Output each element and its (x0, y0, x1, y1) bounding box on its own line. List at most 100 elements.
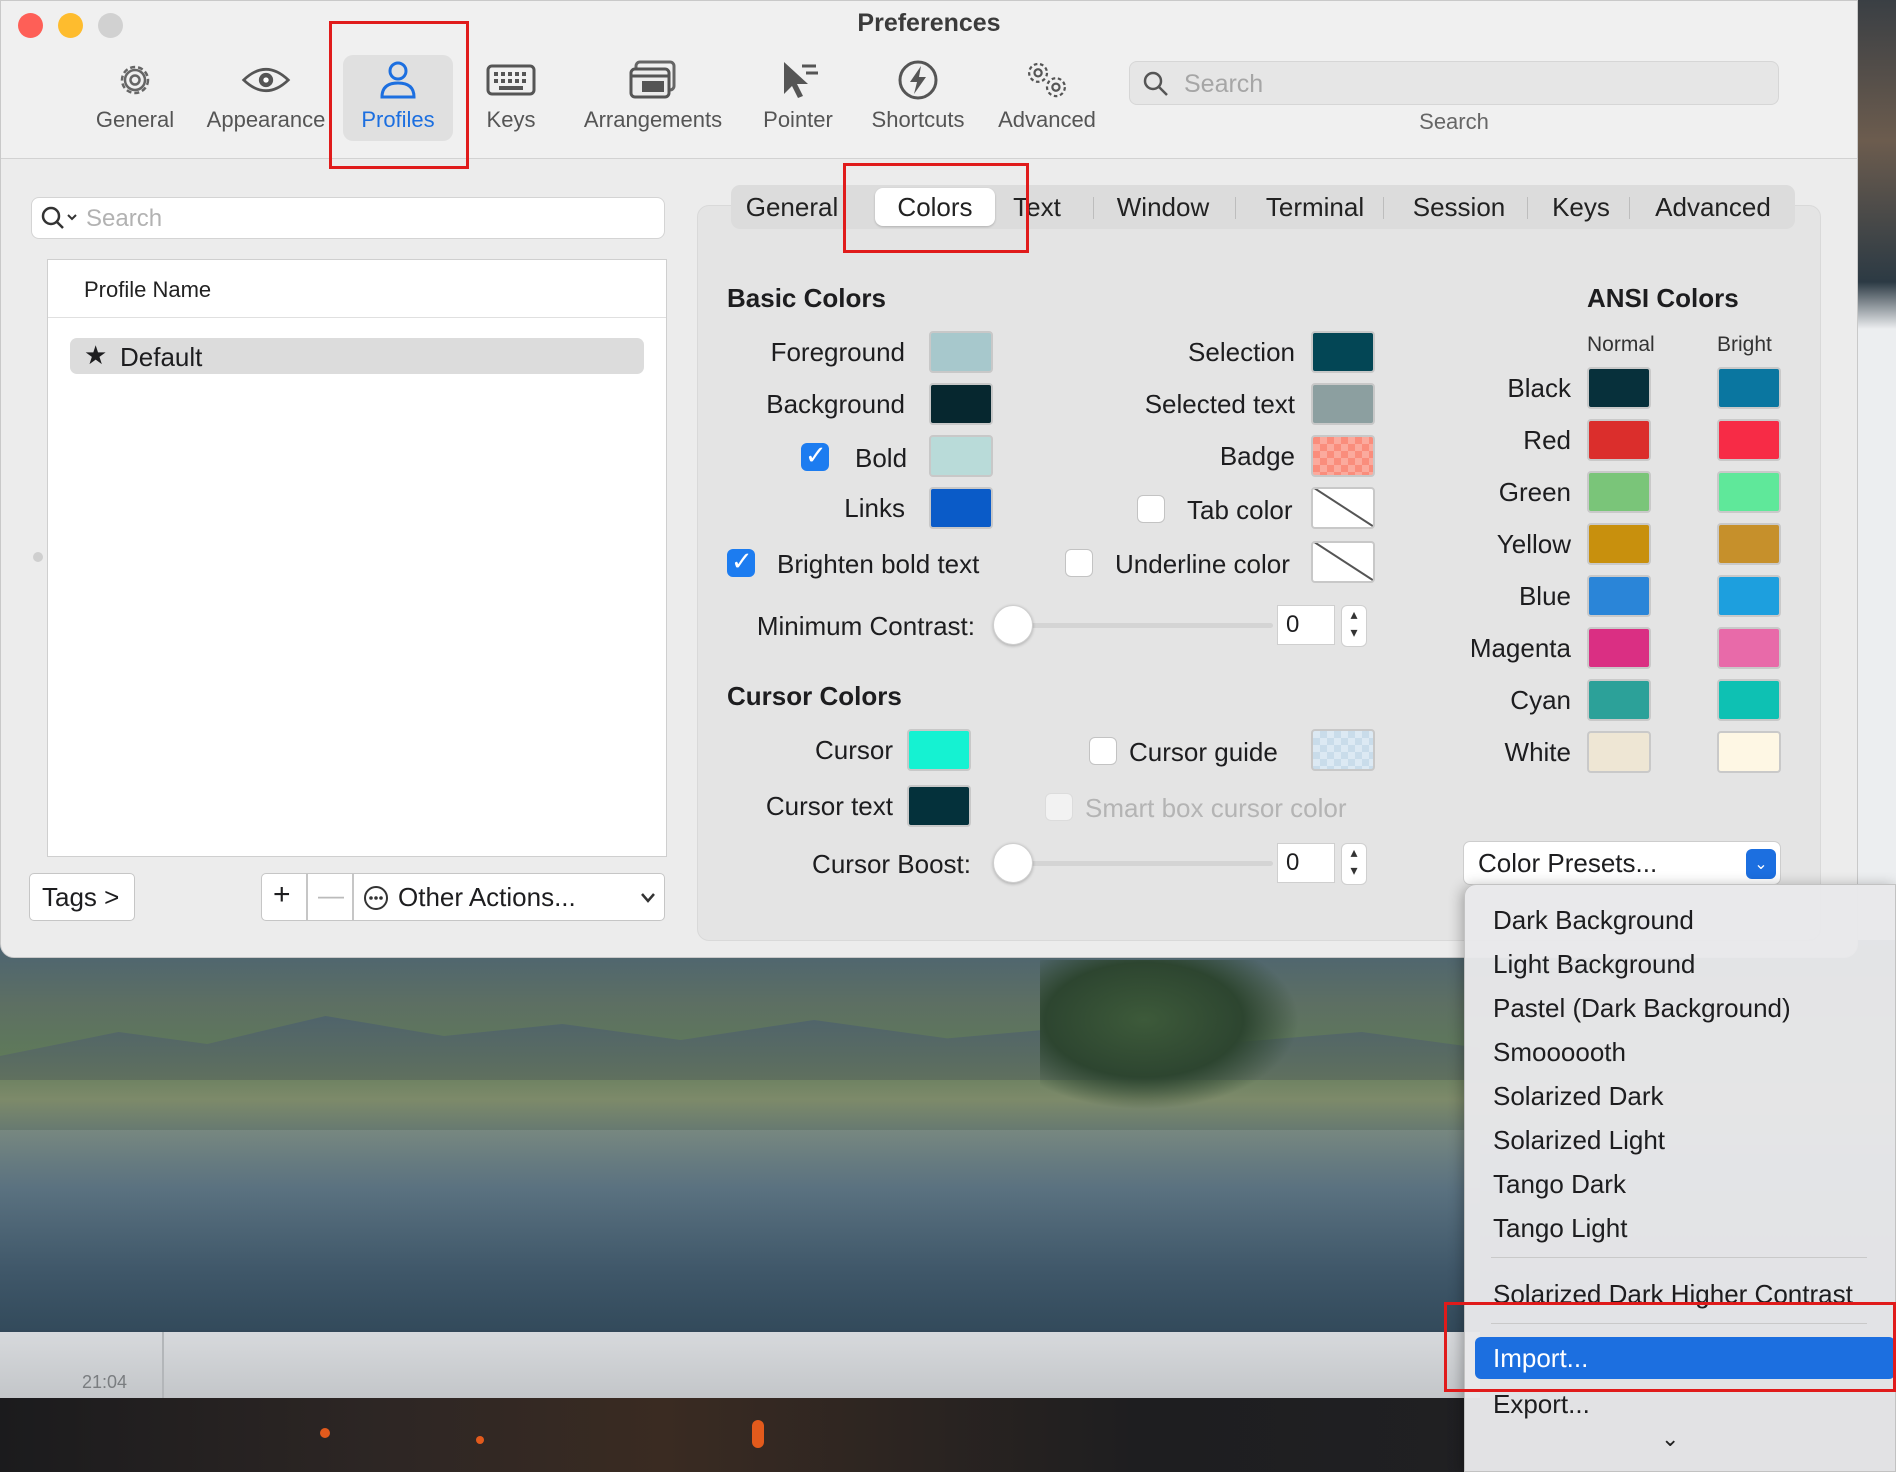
menu-item-solarized-dark[interactable]: Solarized Dark (1465, 1075, 1896, 1117)
ansi-bright-color-well[interactable] (1717, 367, 1781, 409)
ansi-bright-header: Bright (1717, 333, 1772, 356)
profile-search-input[interactable]: Search (31, 197, 665, 239)
ansi-normal-color-well[interactable] (1587, 367, 1651, 409)
ansi-bright-color-well[interactable] (1717, 679, 1781, 721)
selected-text-label: Selected text (1144, 389, 1295, 419)
toolbar-arrangements[interactable]: Arrangements (577, 55, 729, 143)
ansi-bright-color-well[interactable] (1717, 523, 1781, 565)
selected-text-color-well[interactable] (1311, 383, 1375, 425)
menu-item-label: Light Background (1493, 949, 1696, 979)
toolbar-advanced[interactable]: Advanced (991, 55, 1103, 143)
cursor-boost-slider-knob[interactable] (993, 843, 1033, 883)
bold-checkbox[interactable] (801, 441, 829, 471)
tab-window[interactable]: Window (1107, 185, 1219, 229)
menu-item-smoooooth[interactable]: Smoooooth (1465, 1031, 1896, 1073)
profile-list: Profile Name ★ Default (47, 259, 667, 857)
foreground-label: Foreground (770, 337, 905, 367)
ellipsis-circle-icon (364, 886, 388, 910)
tab-color-well[interactable] (1311, 487, 1375, 529)
menu-item-dark-background[interactable]: Dark Background (1465, 899, 1896, 941)
menu-item-label: Pastel (Dark Background) (1493, 993, 1791, 1023)
gear-icon (110, 55, 160, 105)
other-actions-label: Other Actions... (398, 882, 576, 912)
toolbar-label: Pointer (763, 107, 833, 132)
tab-color-checkbox[interactable] (1137, 495, 1165, 523)
background-label: Background (766, 389, 905, 419)
min-contrast-slider-track[interactable] (1003, 623, 1273, 628)
cursor-guide-color-well[interactable] (1311, 729, 1375, 771)
profile-name: Default (120, 342, 203, 372)
tab-general[interactable]: General (739, 185, 845, 229)
ansi-bright-color-well[interactable] (1717, 627, 1781, 669)
tab-separator (1383, 197, 1384, 219)
menu-item-light-background[interactable]: Light Background (1465, 943, 1896, 985)
window-stack-icon (628, 55, 678, 105)
scroll-down-chevron-icon[interactable]: ⌄ (1661, 1427, 1679, 1452)
ansi-bright-color-well[interactable] (1717, 471, 1781, 513)
menu-item-pastel[interactable]: Pastel (Dark Background) (1465, 987, 1896, 1029)
menu-item-tango-dark[interactable]: Tango Dark (1465, 1163, 1896, 1205)
underline-color-checkbox[interactable] (1065, 549, 1093, 577)
remove-profile-button[interactable]: — (307, 873, 353, 921)
links-color-well[interactable] (929, 487, 993, 529)
toolbar-general[interactable]: General (87, 55, 183, 143)
cursor-boost-field[interactable]: 0 (1277, 843, 1335, 883)
foreground-color-well[interactable] (929, 331, 993, 373)
min-contrast-slider-knob[interactable] (993, 605, 1033, 645)
split-view-handle[interactable] (33, 552, 43, 562)
chevron-down-icon: ⌄ (1746, 849, 1776, 879)
other-actions-dropdown[interactable]: Other Actions... (353, 873, 665, 921)
toolbar-shortcuts[interactable]: Shortcuts (863, 55, 973, 143)
profile-row[interactable]: ★ Default (70, 338, 644, 374)
add-profile-button[interactable]: + (261, 873, 307, 921)
profile-list-header[interactable]: Profile Name (48, 260, 666, 318)
ansi-normal-color-well[interactable] (1587, 523, 1651, 565)
ansi-color-label: Black (1507, 373, 1571, 403)
ansi-bright-color-well[interactable] (1717, 731, 1781, 773)
toolbar-search-input[interactable]: Search (1129, 61, 1779, 105)
menu-item-solarized-light[interactable]: Solarized Light (1465, 1119, 1896, 1161)
clock-time: 21:04 (82, 1372, 128, 1392)
ansi-normal-color-well[interactable] (1587, 575, 1651, 617)
selection-color-well[interactable] (1311, 331, 1375, 373)
cursor-text-color-well[interactable] (907, 785, 971, 827)
ansi-normal-color-well[interactable] (1587, 731, 1651, 773)
tags-button-label: Tags > (42, 882, 120, 912)
ansi-normal-color-well[interactable] (1587, 627, 1651, 669)
brighten-bold-checkbox[interactable] (727, 547, 755, 577)
toolbar-pointer[interactable]: Pointer (753, 55, 843, 143)
color-presets-dropdown[interactable]: Color Presets... ⌄ (1463, 841, 1781, 885)
menu-item-tango-light[interactable]: Tango Light (1465, 1207, 1896, 1249)
min-contrast-stepper[interactable]: ▴ ▾ (1341, 605, 1367, 647)
cursor-boost-stepper[interactable]: ▴ ▾ (1341, 843, 1367, 885)
tab-advanced[interactable]: Advanced (1639, 185, 1787, 229)
background-color-well[interactable] (929, 383, 993, 425)
cursor-boost-slider-track[interactable] (1003, 861, 1273, 866)
toolbar-label: Keys (486, 107, 536, 132)
bold-color-well[interactable] (929, 435, 993, 477)
badge-color-well[interactable] (1311, 435, 1375, 477)
ansi-bright-color-well[interactable] (1717, 575, 1781, 617)
ember-glow (752, 1420, 764, 1448)
menu-item-label: Tango Light (1493, 1213, 1628, 1243)
tab-separator (1093, 197, 1094, 219)
cursor-label: Cursor (814, 735, 893, 765)
toolbar-appearance[interactable]: Appearance (199, 55, 333, 143)
tab-keys[interactable]: Keys (1541, 185, 1621, 229)
wallpaper-trees (1040, 960, 1300, 1110)
cursor-color-well[interactable] (907, 729, 971, 771)
cursor-guide-checkbox[interactable] (1089, 737, 1117, 765)
smart-box-checkbox[interactable] (1045, 793, 1073, 821)
toolbar-keys[interactable]: Keys (471, 55, 551, 143)
underline-color-well[interactable] (1311, 541, 1375, 583)
ansi-normal-color-well[interactable] (1587, 471, 1651, 513)
ansi-normal-color-well[interactable] (1587, 679, 1651, 721)
ansi-bright-color-well[interactable] (1717, 419, 1781, 461)
ansi-normal-color-well[interactable] (1587, 419, 1651, 461)
tab-terminal[interactable]: Terminal (1247, 185, 1383, 229)
tags-button[interactable]: Tags > (29, 873, 135, 921)
ansi-color-label: Blue (1518, 581, 1571, 611)
search-caption: Search (1419, 109, 1489, 134)
min-contrast-field[interactable]: 0 (1277, 605, 1335, 645)
tab-session[interactable]: Session (1399, 185, 1519, 229)
